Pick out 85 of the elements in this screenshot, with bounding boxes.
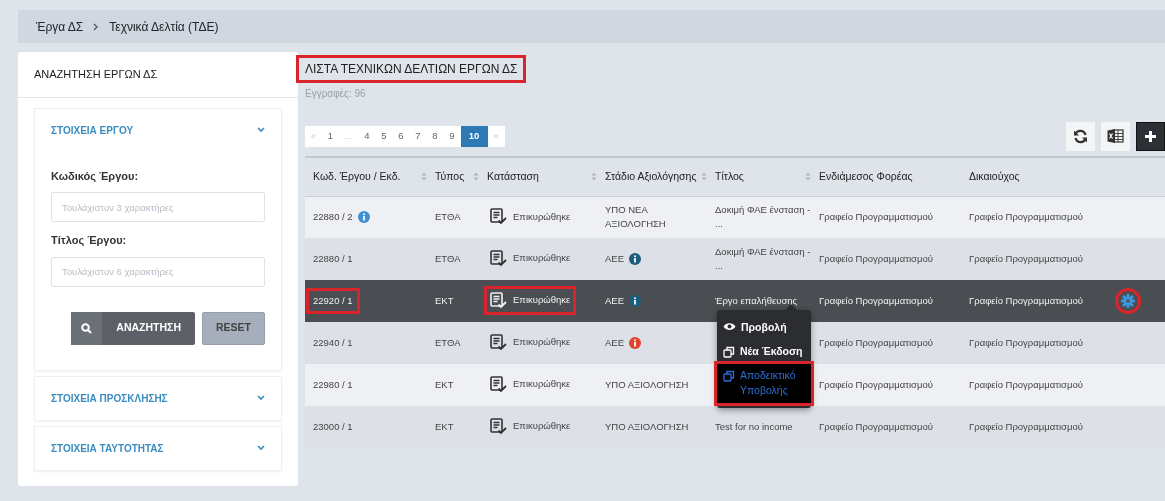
table-cell-text: Γραφείο Προγραμματισμού (819, 293, 933, 308)
column-header[interactable]: Τίτλος (715, 168, 744, 185)
table-cell-text: Γραφείο Προγραμματισμού (969, 377, 1083, 392)
text-input[interactable]: Τουλάχιστον 6 χαρακτήρες (51, 256, 265, 287)
menu-item[interactable]: Αποδεικτικό Υποβολής (717, 363, 811, 403)
breadcrumb-link[interactable]: Τεχνικά Δελτία (ΤΔΕ) (109, 17, 219, 36)
list-title: ΛΙΣΤΑ ΤΕΧΝΙΚΩΝ ΔΕΛΤΙΩΝ ΕΡΓΩΝ ΔΣ (299, 58, 524, 80)
table-cell-text: ΥΠΟ ΝΕΑ ΑΞΙΟΛΟΓΗΣΗ (605, 203, 667, 232)
table-cell: Έργο επαλήθευσης (715, 294, 798, 306)
table-cell: Γραφείο Προγραμματισμού (969, 210, 1083, 225)
field-label: Τίτλος Έργου: (51, 233, 127, 248)
record-count: Εγγραφές: 96 (305, 87, 367, 101)
table-cell-text: Γραφείο Προγραμματισμού (819, 251, 933, 266)
panel-title: ΑΝΑΖΗΤΗΣΗ ΕΡΓΩΝ ΔΣ (18, 52, 298, 98)
document-check-icon (490, 375, 507, 393)
menu-item[interactable]: Νέα Έκδοση (717, 339, 811, 364)
table-cell-text: Γραφείο Προγραμματισμού (969, 419, 1083, 434)
document-check-icon (490, 417, 507, 435)
table-cell: ΕΚΤ (435, 420, 454, 432)
copy-icon (723, 369, 735, 382)
table-cell-text: 22940 / 1 (313, 335, 353, 350)
page-link[interactable]: 10 (460, 125, 488, 147)
refresh-icon (1073, 128, 1088, 144)
table-cell-text: Γραφείο Προγραμματισμού (969, 335, 1083, 350)
search-button[interactable]: ΑΝΑΖΗΤΗΣΗ (71, 311, 195, 345)
table-cell: ΕΤΘΑ (435, 211, 461, 223)
table-cell: ΕΚΤ (435, 378, 454, 390)
table-cell: Επικυρώθηκε (513, 209, 571, 224)
table-cell-text: ΥΠΟ ΑΞΙΟΛΟΓΗΣΗ (605, 377, 689, 392)
column-header[interactable]: Στάδιο Αξιολόγησης (605, 168, 697, 185)
table-cell: Επικυρώθηκε (513, 377, 571, 392)
field-label: Κωδικός Έργου: (51, 168, 139, 184)
table-cell: Επικυρώθηκε (513, 293, 571, 308)
chevron-right-icon (93, 22, 100, 31)
add-button[interactable] (1136, 121, 1165, 151)
table-cell-text: 22880 / 1 (313, 251, 353, 266)
table-cell: Επικυρώθηκε (513, 419, 571, 434)
document-check-icon (490, 208, 507, 226)
table-cell: ΕΚΤ (435, 294, 454, 306)
breadcrumb-link[interactable]: Έργα ΔΣ (36, 17, 84, 36)
text-input[interactable]: Τουλάχιστον 3 χαρακτήρες (51, 192, 265, 222)
chevron-down-icon (257, 445, 265, 451)
document-check-icon (490, 249, 507, 267)
table-cell-text: Γραφείο Προγραμματισμού (819, 419, 933, 434)
table-cell: Δοκιμή ΦΑΕ ένσταση - ... (715, 245, 811, 271)
excel-export-button[interactable] (1101, 121, 1130, 151)
column-header[interactable]: Τύπος (435, 168, 465, 185)
accordion-header[interactable]: ΣΤΟΙΧΕΙΑ ΕΡΓΟΥ (51, 122, 134, 138)
table-cell-text: Γραφείο Προγραμματισμού (969, 251, 1083, 266)
column-header[interactable]: Ενδιάμεσος Φορέας (819, 168, 913, 185)
accordion-header[interactable]: ΣΤΟΙΧΕΙΑ ΠΡΟΣΚΛΗΣΗΣ (51, 390, 168, 406)
table-cell: ΕΤΘΑ (435, 336, 461, 348)
column-header[interactable]: Κωδ. Έργου / Εκδ. (313, 168, 401, 185)
table-cell-text: ΑΕΕ (605, 293, 624, 308)
table-cell-text: Γραφείο Προγραμματισμού (819, 377, 933, 392)
table-cell-text: 22980 / 1 (313, 377, 353, 392)
document-check-icon (490, 291, 507, 309)
chevron-down-icon (257, 127, 265, 133)
settings-icon (1121, 294, 1135, 308)
reset-button[interactable]: RESET (202, 311, 265, 345)
table-cell: Δοκιμή ΦΑΕ ένσταση - ... (715, 204, 811, 230)
table-cell-text: Γραφείο Προγραμματισμού (819, 335, 933, 350)
table-cell: Επικυρώθηκε (513, 335, 571, 350)
copy-icon (723, 345, 735, 358)
chevron-down-icon (257, 395, 265, 401)
table-cell: 22920 / 1 (309, 290, 357, 312)
table-cell-text: ΑΕΕ (605, 251, 624, 266)
table-cell-text: 23000 / 1 (313, 419, 353, 434)
table-cell-text: Γραφείο Προγραμματισμού (969, 293, 1083, 308)
table-cell: ΕΤΘΑ (435, 252, 461, 264)
column-header[interactable]: Κατάσταση (487, 168, 539, 185)
column-header[interactable]: Δικαιούχος (969, 168, 1020, 185)
table-cell: Γραφείο Προγραμματισμού (819, 210, 933, 225)
document-check-icon (490, 333, 507, 351)
table-cell: Test for no income (715, 420, 793, 432)
table-cell: Επικυρώθηκε (513, 251, 571, 266)
table-cell-text: ΥΠΟ ΑΞΙΟΛΟΓΗΣΗ (605, 419, 689, 434)
accordion-header[interactable]: ΣΤΟΙΧΕΙΑ ΤΑΥΤΟΤΗΤΑΣ (51, 440, 164, 456)
search-icon (81, 322, 93, 334)
refresh-button[interactable] (1066, 121, 1095, 151)
table-cell-text: ΑΕΕ (605, 335, 624, 350)
eye-icon (723, 322, 736, 331)
table-cell: 22880 / 2 (313, 210, 353, 225)
plus-icon (1144, 129, 1157, 143)
spreadsheet-icon (1107, 129, 1124, 143)
